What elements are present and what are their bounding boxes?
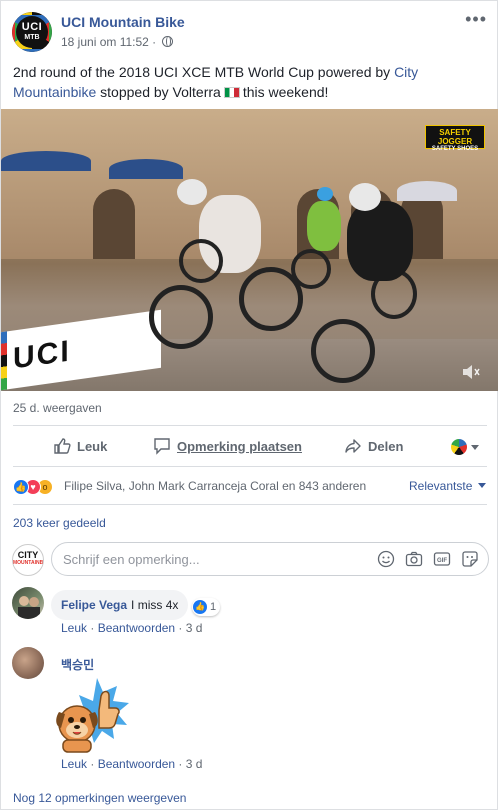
rider-green-jersey xyxy=(307,201,341,251)
bike-wheel xyxy=(149,285,213,349)
comment-button[interactable]: Opmerking plaatsen xyxy=(153,435,302,457)
commenter-avatar: CITY MOUNTAINBIKE xyxy=(12,544,44,576)
comment-label: Opmerking plaatsen xyxy=(177,438,302,454)
share-icon xyxy=(345,439,361,453)
commenter-avatar-felipe[interactable] xyxy=(12,587,44,619)
comment-sort-selector[interactable]: Relevantste xyxy=(409,479,487,493)
more-options-icon[interactable]: ••• xyxy=(465,9,487,30)
post-timestamp[interactable]: 18 juni om 11:52 · xyxy=(61,35,173,49)
view-count: 25 d. weergaven xyxy=(13,401,102,415)
share-button[interactable]: Delen xyxy=(344,435,403,457)
rider-helmet xyxy=(177,179,207,205)
comment-bubble: Felipe Vega I miss 4x xyxy=(51,590,189,620)
emoji-icon[interactable] xyxy=(377,550,395,568)
like-label: Leuk xyxy=(77,438,108,454)
commenter-avatar-top: CITY xyxy=(17,550,39,560)
uci-banner-stripes xyxy=(1,331,7,391)
commenter-avatar-baek[interactable] xyxy=(12,647,44,679)
comment-like-link[interactable]: Leuk xyxy=(61,757,87,771)
comment-age[interactable]: 3 d xyxy=(186,621,203,635)
sponsor-logo: SAFETY JOGGER SAFETY SHOES xyxy=(425,125,485,152)
comment-like-link[interactable]: Leuk xyxy=(61,621,87,635)
italy-flag-icon xyxy=(223,87,240,98)
chevron-down-icon xyxy=(471,444,479,450)
post-text-part2: stopped by Volterra xyxy=(96,84,221,100)
comment-like-count: 1 xyxy=(210,601,217,613)
comment-icon xyxy=(154,438,170,455)
comment-actions: Leuk · Beantwoorden · 3 d xyxy=(61,621,203,635)
sticker-icon[interactable] xyxy=(461,550,479,568)
sponsor-line2: SAFETY SHOES xyxy=(431,146,479,152)
chevron-down-icon xyxy=(478,483,487,488)
gif-label: GIF xyxy=(437,558,447,564)
building-arch xyxy=(93,189,135,259)
mute-icon[interactable] xyxy=(461,363,481,381)
like-reaction-icon: 👍 xyxy=(13,479,29,495)
post-text-part3: this weekend! xyxy=(242,84,329,100)
divider xyxy=(13,504,487,505)
facebook-post-card: UCI MTB UCI Mountain Bike 18 juni om 11:… xyxy=(0,0,498,810)
comment-reply-link[interactable]: Beantwoorden xyxy=(98,621,175,635)
thumbs-up-icon xyxy=(54,438,71,454)
gif-icon[interactable]: GIF xyxy=(433,550,451,568)
comment-author[interactable]: 백승민 xyxy=(61,656,94,673)
like-button[interactable]: Leuk xyxy=(53,435,107,457)
sponsor-line1: SAFETY JOGGER xyxy=(437,128,473,146)
comment-age[interactable]: 3 d xyxy=(186,757,203,771)
share-count-link[interactable]: 203 keer gedeeld xyxy=(13,516,106,530)
bike-wheel xyxy=(291,249,331,289)
video-player[interactable]: UCI SAFETY JOGGER SAFETY SHOES xyxy=(1,109,498,391)
tent-canopy xyxy=(1,151,91,171)
commenter-avatar-bottom: MOUNTAINBIKE xyxy=(13,560,44,566)
globe-icon xyxy=(161,36,173,47)
page-avatar[interactable]: UCI MTB xyxy=(12,12,52,52)
bike-wheel xyxy=(179,239,223,283)
share-label: Delen xyxy=(368,438,404,454)
city-link-part1[interactable]: City xyxy=(394,64,418,80)
comment-actions: Leuk · Beantwoorden · 3 d xyxy=(61,757,203,771)
post-text: 2nd round of the 2018 UCI XCE MTB World … xyxy=(13,62,489,102)
comment-text: I miss 4x xyxy=(131,598,179,612)
page-name-link[interactable]: UCI Mountain Bike xyxy=(61,14,185,30)
camera-icon[interactable] xyxy=(405,550,423,568)
tent-canopy xyxy=(109,159,183,179)
avatar-logo: UCI MTB xyxy=(16,16,48,48)
comment-tools: GIF xyxy=(377,550,479,568)
timestamp-text[interactable]: 18 juni om 11:52 · xyxy=(61,35,156,49)
view-more-comments-link[interactable]: Nog 12 opmerkingen weergeven xyxy=(13,791,186,805)
rider-helmet xyxy=(349,183,381,211)
sort-label: Relevantste xyxy=(409,479,473,493)
tent-canopy xyxy=(397,181,457,201)
rider-black-jersey xyxy=(347,201,413,281)
divider xyxy=(13,466,487,467)
reaction-names[interactable]: Filipe Silva, John Mark Carranceja Coral… xyxy=(64,479,366,493)
reaction-icons[interactable]: 👍 ♥ o xyxy=(13,479,61,495)
dog-thumbs-up-sticker xyxy=(51,676,133,754)
divider xyxy=(13,425,487,426)
post-text-part1: 2nd round of the 2018 UCI XCE MTB World … xyxy=(13,64,395,80)
bike-wheel xyxy=(311,319,375,383)
city-link-part2[interactable]: Mountainbike xyxy=(13,84,96,100)
comment-reply-link[interactable]: Beantwoorden xyxy=(98,757,175,771)
post-as-selector[interactable] xyxy=(451,438,483,456)
avatar-logo-mtb: MTB xyxy=(24,34,40,41)
comment-like-badge[interactable]: 👍 1 xyxy=(192,598,221,616)
avatar-logo-uci: UCI xyxy=(21,21,43,33)
rider-helmet xyxy=(317,187,333,201)
uci-banner-text: UCI xyxy=(13,334,71,376)
comment-author[interactable]: Felipe Vega xyxy=(61,598,127,612)
uci-mini-avatar xyxy=(451,439,467,455)
like-reaction-icon: 👍 xyxy=(193,600,207,614)
